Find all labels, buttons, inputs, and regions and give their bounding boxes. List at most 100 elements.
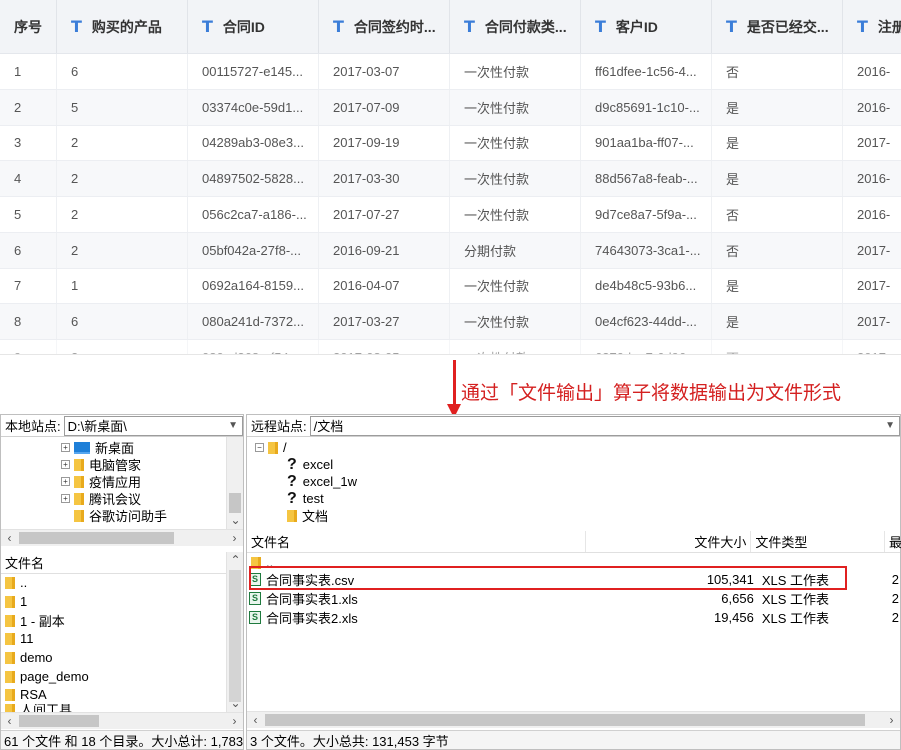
chevron-down-icon[interactable]: ▼ [885, 420, 899, 431]
chevron-right-icon[interactable]: › [226, 713, 243, 730]
table-cell: 2 [57, 232, 188, 268]
local-tree-item[interactable]: + 疫情应用 [61, 473, 141, 490]
column-header-modified[interactable]: 最 [885, 531, 901, 552]
local-tree-hscrollbar[interactable]: ‹ › [1, 529, 243, 546]
table-cell: 0e4cf623-44dd-... [581, 304, 712, 339]
chevron-right-icon[interactable]: › [883, 712, 900, 729]
chevron-down-icon[interactable]: ⌄ [227, 695, 244, 712]
table-cell: 00115727-e145... [188, 54, 319, 89]
highlight-box [249, 566, 847, 590]
local-tree-scrollbar[interactable]: ⌄ [226, 437, 243, 529]
folder-icon [74, 509, 84, 522]
column-header-sign-date[interactable]: T 合同签约时... [319, 0, 450, 53]
remote-tree-item[interactable]: ? excel_1w [287, 473, 357, 490]
remote-tree-item[interactable]: ? excel [287, 456, 333, 473]
scrollbar-thumb[interactable] [229, 493, 241, 513]
column-header-register[interactable]: T注册 [843, 0, 901, 53]
table-row[interactable]: 6 2 05bf042a-27f8-... 2016-09-21 分期付款 74… [0, 232, 901, 269]
local-site-bar: 本地站点: D:\新桌面\ ▼ [1, 415, 243, 437]
column-header-customer-id[interactable]: T 客户ID [581, 0, 712, 53]
list-item[interactable]: demo [5, 648, 53, 667]
question-icon: ? [287, 489, 297, 507]
table-cell: 否 [712, 340, 843, 354]
table-row[interactable]: 4 2 04897502-5828... 2017-03-30 一次性付款 88… [0, 161, 901, 197]
text-type-icon: T [595, 17, 606, 36]
scrollbar-thumb[interactable] [265, 714, 865, 726]
list-item[interactable]: .. [5, 573, 27, 592]
local-list-hscrollbar[interactable]: ‹ › [1, 712, 243, 729]
table-cell: 否 [712, 232, 843, 268]
local-site-input[interactable]: D:\新桌面\ ▼ [63, 415, 243, 436]
table-cell: 一次性付款 [450, 161, 581, 196]
local-tree-item[interactable]: + 电脑管家 [61, 456, 141, 473]
local-list-header: 文件名 [1, 552, 243, 574]
table-cell: 03374c0e-59d1... [188, 89, 319, 125]
scrollbar-thumb[interactable] [19, 715, 99, 727]
table-row[interactable]: 2 5 03374c0e-59d1... 2017-07-09 一次性付款 d9… [0, 89, 901, 126]
remote-list-header: 文件名 文件大小 文件类型 最 [247, 531, 901, 553]
table-row[interactable]: 3 2 04289ab3-08e3... 2017-09-19 一次性付款 90… [0, 125, 901, 162]
column-header-filesize[interactable]: 文件大小 [586, 531, 752, 552]
column-header-filename[interactable]: 文件名 [247, 531, 586, 552]
text-type-icon: T [464, 17, 475, 36]
column-header-product[interactable]: T 购买的产品 [57, 0, 188, 53]
column-header-delivered[interactable]: T 是否已经交... [712, 0, 843, 53]
annotation-arrow-shaft [453, 360, 456, 408]
table-cell: 2017- [857, 242, 891, 258]
list-item[interactable]: S 合同事实表2.xls 19,456 XLS 工作表 2 [249, 608, 899, 627]
folder-icon [5, 651, 15, 664]
column-header-filetype[interactable]: 文件类型 [751, 531, 885, 552]
table-row[interactable]: 8 6 080a241d-7372... 2017-03-27 一次性付款 0e… [0, 304, 901, 340]
list-item[interactable]: 1 [5, 592, 27, 611]
list-item[interactable]: 1 - 副本 [5, 611, 65, 630]
expand-icon[interactable]: + [61, 477, 70, 486]
list-item[interactable]: RSA [5, 685, 47, 704]
local-tree-item[interactable]: + 新桌面 [61, 439, 134, 456]
local-list-scrollbar[interactable]: ⌃ ⌄ [226, 552, 243, 712]
table-cell: 2016-09-21 [319, 232, 450, 268]
question-icon: ? [287, 455, 297, 473]
collapse-icon[interactable]: − [255, 443, 264, 452]
remote-site-input[interactable]: /文档 ▼ [309, 415, 900, 436]
chevron-left-icon[interactable]: ‹ [1, 530, 18, 547]
folder-icon [5, 670, 15, 683]
folder-icon [74, 441, 90, 454]
chevron-up-icon[interactable]: ⌃ [227, 552, 244, 569]
list-item[interactable]: S 合同事实表1.xls 6,656 XLS 工作表 2 [249, 589, 899, 608]
column-header-payment-type[interactable]: T 合同付款类... [450, 0, 581, 53]
column-header-filename[interactable]: 文件名 [1, 552, 227, 573]
remote-list-hscrollbar[interactable]: ‹ › [247, 711, 900, 728]
table-cell: 2 [57, 340, 188, 354]
table-cell: 是 [712, 268, 843, 304]
table-row[interactable]: 9 2 080cd268-af54... 2017-08-05 一次性付款 63… [0, 340, 901, 354]
folder-icon [268, 441, 278, 454]
list-item[interactable]: 人间工具 [5, 704, 72, 712]
chevron-down-icon[interactable]: ▼ [228, 420, 242, 431]
chevron-down-icon[interactable]: ⌄ [227, 512, 243, 529]
table-cell: 2 [57, 125, 188, 161]
spreadsheet-icon: S [249, 592, 261, 605]
table-cell: 2017-03-07 [319, 54, 450, 89]
list-item[interactable]: 11 [5, 629, 34, 648]
scrollbar-thumb[interactable] [19, 532, 174, 544]
expand-icon[interactable]: + [61, 460, 70, 469]
chevron-left-icon[interactable]: ‹ [247, 712, 264, 729]
expand-icon[interactable]: + [61, 443, 70, 452]
chevron-right-icon[interactable]: › [226, 530, 243, 547]
remote-tree-item[interactable]: 文档 [287, 507, 328, 524]
remote-tree-item[interactable]: − / [255, 439, 287, 456]
table-row[interactable]: 7 1 0692a164-8159... 2016-04-07 一次性付款 de… [0, 268, 901, 305]
table-row[interactable]: 5 2 056c2ca7-a186-... 2017-07-27 一次性付款 9… [0, 197, 901, 233]
column-header-index[interactable]: 序号 [0, 0, 57, 53]
expand-icon[interactable]: + [61, 494, 70, 503]
local-tree-item[interactable]: + 腾讯会议 [61, 490, 141, 507]
list-item[interactable]: page_demo [5, 667, 89, 686]
table-row[interactable]: 1 6 00115727-e145... 2017-03-07 一次性付款 ff… [0, 54, 901, 90]
table-cell: 05bf042a-27f8-... [188, 232, 319, 268]
remote-tree-item[interactable]: ? test [287, 490, 324, 507]
chevron-left-icon[interactable]: ‹ [1, 713, 18, 730]
table-cell: 2016- [857, 206, 891, 222]
local-tree-item[interactable]: 谷歌访问助手 [74, 507, 167, 524]
scrollbar-thumb[interactable] [229, 570, 241, 702]
column-header-contract-id[interactable]: T 合同ID [188, 0, 319, 53]
